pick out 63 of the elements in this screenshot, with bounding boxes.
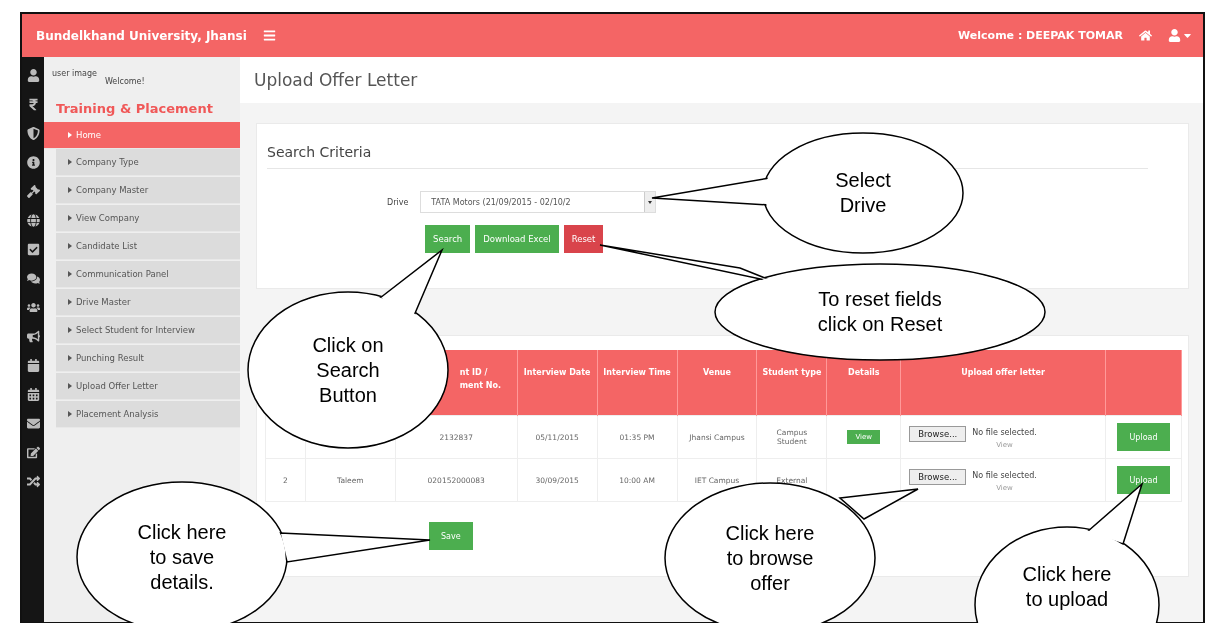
- browse-button[interactable]: Browse...: [909, 468, 967, 485]
- users-icon[interactable]: [26, 301, 40, 314]
- sidebar-item[interactable]: Company Type: [56, 149, 240, 176]
- menu-icon[interactable]: [262, 29, 276, 42]
- welcome-text: Welcome : DEEPAK TOMAR: [958, 29, 1123, 42]
- column-header: Interview Date: [517, 350, 598, 416]
- sidebar-item[interactable]: Upload Offer Letter: [56, 373, 240, 400]
- file-status: No file selected.: [972, 470, 1037, 480]
- chat-icon[interactable]: [26, 272, 40, 285]
- sidebar-item[interactable]: Select Student for Interview: [56, 317, 240, 344]
- page-title: Upload Offer Letter: [254, 70, 418, 90]
- callout-text: Click on Search Button: [311, 332, 385, 408]
- gavel-icon[interactable]: [26, 185, 40, 198]
- sidebar-item[interactable]: Drive Master: [56, 289, 240, 316]
- caret-icon: [68, 411, 72, 417]
- drive-select[interactable]: TATA Motors (21/09/2015 - 02/10/2: [420, 191, 657, 213]
- calendar-icon[interactable]: [26, 359, 40, 372]
- megaphone-icon[interactable]: [26, 330, 40, 343]
- welcome-label: Welcome!: [104, 77, 145, 86]
- home-icon[interactable]: [1139, 29, 1152, 42]
- sidebar-item[interactable]: Company Master: [56, 177, 240, 204]
- column-header: Upload offer letter: [900, 350, 1106, 416]
- sidebar-item[interactable]: Home: [44, 122, 240, 149]
- column-header: Venue: [677, 350, 757, 416]
- caret-icon: [68, 327, 72, 333]
- callout-text: Click here to save details.: [136, 519, 228, 595]
- browse-button[interactable]: Browse...: [909, 425, 967, 442]
- brand-name: Bundelkhand University, Jhansi: [36, 28, 247, 43]
- globe-icon[interactable]: [26, 214, 40, 227]
- callout-text: Select Drive: [834, 168, 892, 218]
- file-status: No file selected.: [972, 427, 1037, 437]
- sidebar-item[interactable]: Punching Result: [56, 345, 240, 372]
- callout-text: To reset fields click on Reset: [816, 287, 944, 337]
- caret-icon: [68, 383, 72, 389]
- rupee-icon[interactable]: [26, 98, 40, 111]
- edit-icon[interactable]: [26, 446, 40, 459]
- caret-icon: [68, 187, 72, 193]
- sidebar-item[interactable]: View Company: [56, 205, 240, 232]
- column-header: Student type: [756, 350, 827, 416]
- callout-text: Click here to upload: [1021, 562, 1113, 612]
- caret-icon: [68, 243, 72, 249]
- caret-icon: [68, 215, 72, 221]
- caret-icon: [68, 299, 72, 305]
- user-icon[interactable]: [26, 69, 40, 82]
- action-button[interactable]: Reset: [563, 225, 604, 253]
- calendar-icon[interactable]: [26, 388, 40, 401]
- sidebar-item[interactable]: Placement Analysis: [56, 401, 240, 428]
- caret-icon: [68, 355, 72, 361]
- shield-icon[interactable]: [26, 127, 40, 140]
- sidebar-item[interactable]: Communication Panel: [56, 261, 240, 288]
- info-icon[interactable]: [26, 156, 40, 169]
- envelope-icon[interactable]: [26, 417, 40, 430]
- drive-label: Drive: [387, 197, 409, 207]
- caret-icon: [68, 159, 72, 165]
- caret-icon: [68, 271, 72, 277]
- sidebar-item[interactable]: Candidate List: [56, 233, 240, 260]
- user-image-text: user image: [52, 69, 97, 78]
- callout-text: Click here to browse offer: [724, 520, 816, 596]
- checkbox-icon[interactable]: [26, 243, 40, 256]
- column-header: Interview Time: [597, 350, 677, 416]
- shuffle-icon[interactable]: [26, 475, 40, 488]
- caret-icon: [68, 132, 72, 138]
- sidebar-title: Training & Placement: [55, 100, 214, 118]
